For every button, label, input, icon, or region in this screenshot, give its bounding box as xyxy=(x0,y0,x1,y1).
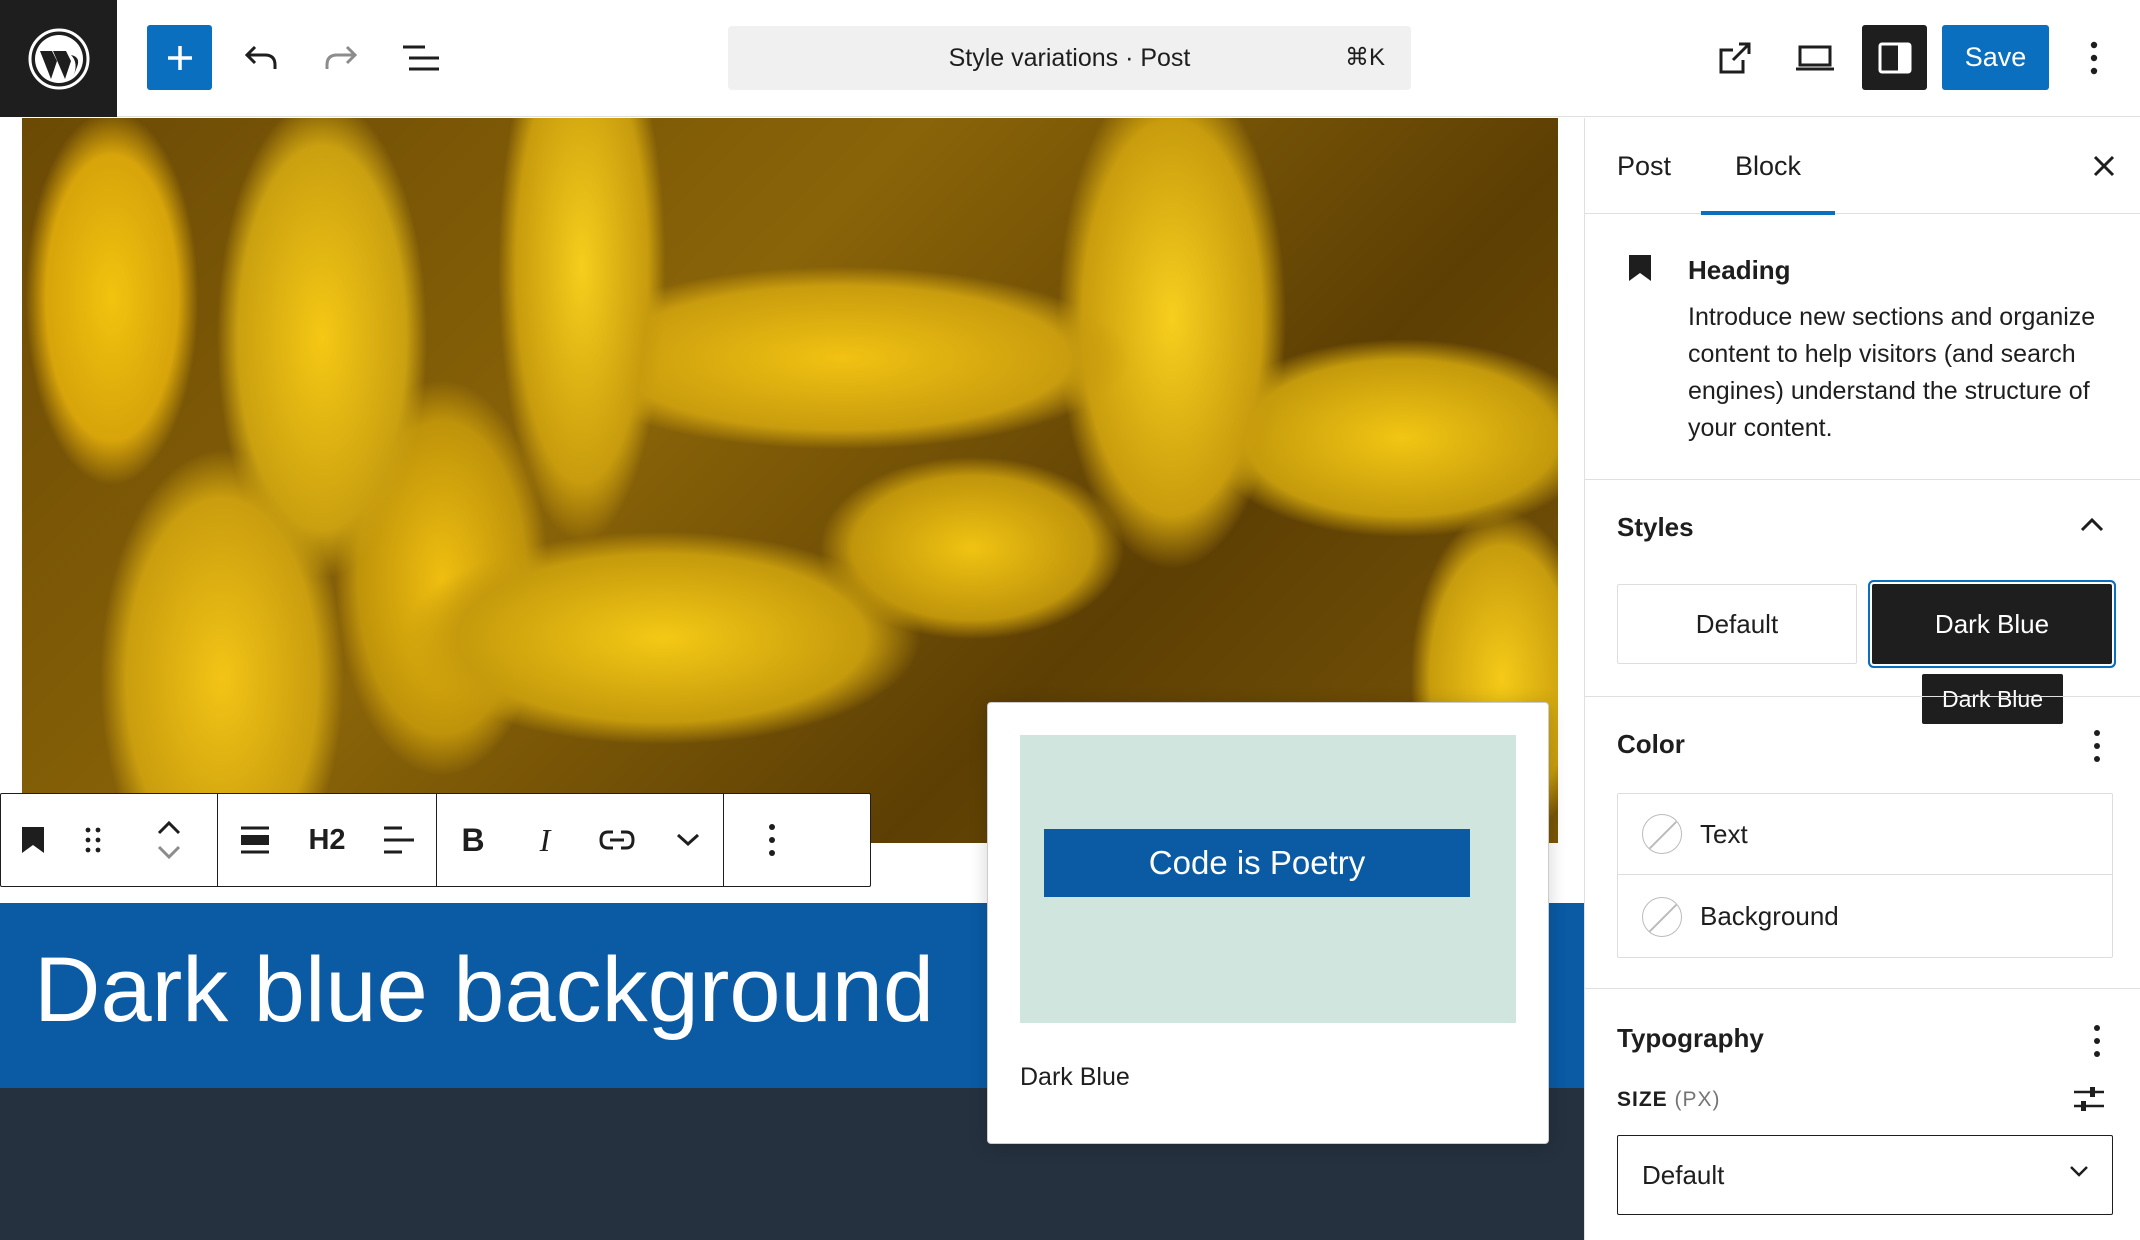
align-left-icon xyxy=(384,826,414,854)
align-full-icon xyxy=(241,826,269,854)
block-toolbar-group-options xyxy=(724,794,820,886)
list-view-icon xyxy=(402,45,439,70)
block-card: Heading Introduce new sections and organ… xyxy=(1585,215,2140,480)
more-vertical-icon xyxy=(2094,1025,2100,1057)
bookmark-icon xyxy=(22,827,44,853)
color-item-label: Text xyxy=(1700,818,1748,849)
more-vertical-icon xyxy=(2090,41,2098,74)
document-title: Style variations · Post xyxy=(948,43,1191,72)
document-overview-button[interactable] xyxy=(388,25,453,90)
settings-sidebar-toggle[interactable] xyxy=(1862,25,1927,90)
block-toolbar-group-parent xyxy=(1,794,218,886)
undo-icon xyxy=(244,45,276,69)
empty-swatch-icon xyxy=(1642,814,1682,854)
redo-button[interactable] xyxy=(308,25,373,90)
block-card-description: Introduce new sections and organize cont… xyxy=(1688,303,2096,442)
custom-size-icon[interactable] xyxy=(2072,1085,2106,1113)
block-type-button[interactable] xyxy=(1,794,65,886)
save-button[interactable]: Save xyxy=(1942,25,2049,90)
close-icon xyxy=(2093,155,2115,177)
style-preview-label: Dark Blue xyxy=(1020,1063,1130,1091)
move-up-icon[interactable] xyxy=(155,819,183,837)
color-text-item[interactable]: Text xyxy=(1618,794,2112,875)
color-settings-list: Text Background xyxy=(1617,793,2113,958)
tab-post[interactable]: Post xyxy=(1617,118,1671,214)
desktop-icon xyxy=(1795,45,1834,70)
style-preview-sample: Code is Poetry xyxy=(1044,829,1470,897)
command-shortcut: ⌘K xyxy=(1344,44,1385,71)
style-default-button[interactable]: Default xyxy=(1617,584,1857,664)
heading-level-button[interactable]: H2 xyxy=(292,794,362,886)
color-options-button[interactable] xyxy=(2082,726,2112,766)
panel-divider xyxy=(1585,696,2140,697)
editor-header: Style variations · Post ⌘K Save xyxy=(0,0,2140,117)
redo-icon xyxy=(325,45,357,69)
panel-divider xyxy=(1585,988,2140,989)
block-card-title: Heading xyxy=(1688,255,1791,285)
font-size-value: Default xyxy=(1642,1159,1725,1190)
typography-panel-title: Typography xyxy=(1617,1023,1764,1053)
block-options-button[interactable] xyxy=(724,794,820,886)
empty-swatch-icon xyxy=(1642,896,1682,937)
link-icon xyxy=(599,830,635,850)
chevron-up-icon[interactable] xyxy=(2078,516,2106,534)
typography-options-button[interactable] xyxy=(2082,1021,2112,1061)
more-vertical-icon xyxy=(2094,730,2100,762)
device-preview-button[interactable] xyxy=(1782,25,1847,90)
move-block-buttons xyxy=(121,794,217,886)
block-toolbar-group-text: B I xyxy=(437,794,724,886)
sidebar-icon xyxy=(1878,42,1911,73)
add-block-button[interactable] xyxy=(147,25,212,90)
color-panel-title: Color xyxy=(1617,729,1685,759)
chevron-down-icon xyxy=(676,833,700,847)
tab-block[interactable]: Block xyxy=(1701,118,1836,215)
bold-button[interactable]: B xyxy=(437,794,509,886)
options-menu-button[interactable] xyxy=(2064,25,2124,90)
font-size-label-text: SIZE xyxy=(1617,1088,1668,1111)
external-link-icon xyxy=(1719,42,1750,73)
block-toolbar: H2 B I xyxy=(0,793,871,887)
color-background-item[interactable]: Background xyxy=(1618,876,2112,957)
italic-button[interactable]: I xyxy=(509,794,581,886)
drag-handle-icon xyxy=(85,827,101,853)
link-button[interactable] xyxy=(581,794,653,886)
heading-text[interactable]: Dark blue background xyxy=(34,925,934,1055)
style-tooltip: Dark Blue xyxy=(1922,674,2063,724)
view-post-button[interactable] xyxy=(1702,25,1767,90)
text-align-button[interactable] xyxy=(362,794,436,886)
close-sidebar-button[interactable] xyxy=(2079,141,2129,191)
undo-button[interactable] xyxy=(228,25,293,90)
sidebar-tabs: Post Block xyxy=(1585,118,2140,215)
chevron-down-icon xyxy=(2070,1166,2088,1177)
move-down-icon[interactable] xyxy=(155,843,183,861)
style-preview-area: Code is Poetry xyxy=(1020,735,1516,1023)
styles-panel-title[interactable]: Styles xyxy=(1617,512,1694,543)
more-vertical-icon xyxy=(769,824,775,856)
bookmark-icon xyxy=(1629,255,1651,281)
drag-handle[interactable] xyxy=(65,794,121,886)
font-size-label: SIZE (PX) xyxy=(1617,1088,1721,1112)
style-dark-blue-button[interactable]: Dark Blue xyxy=(1872,584,2112,664)
style-preview-popover: Code is Poetry Dark Blue xyxy=(987,702,1549,1144)
font-size-unit: (PX) xyxy=(1674,1088,1721,1111)
plus-icon xyxy=(167,45,192,70)
font-size-select[interactable]: Default xyxy=(1617,1135,2113,1215)
settings-sidebar: Post Block Heading Introduce new section… xyxy=(1584,118,2140,1240)
more-rich-text-button[interactable] xyxy=(653,794,723,886)
wordpress-logo-icon[interactable] xyxy=(0,0,117,117)
block-toolbar-group-format: H2 xyxy=(218,794,437,886)
color-item-label: Background xyxy=(1700,901,1839,931)
editor-canvas: Dark blue background Code is Poetry Dark… xyxy=(0,118,1584,1240)
command-palette-button[interactable]: Style variations · Post ⌘K xyxy=(728,26,1411,90)
align-button[interactable] xyxy=(218,794,292,886)
